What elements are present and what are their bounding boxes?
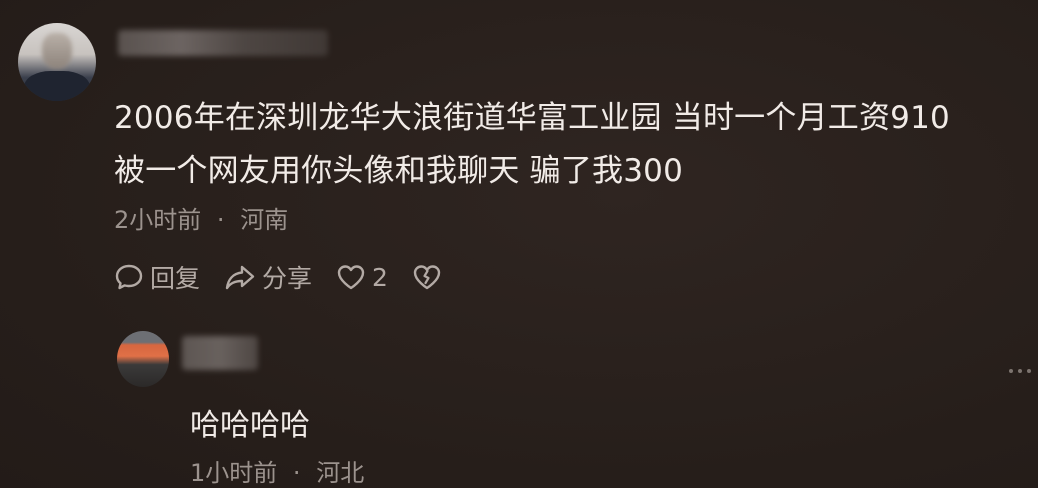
share-button[interactable]: 分享 xyxy=(224,259,312,295)
more-dot xyxy=(1027,369,1031,373)
reply-avatar[interactable] xyxy=(117,331,169,387)
heart-icon xyxy=(337,265,365,290)
dislike-button[interactable] xyxy=(412,262,448,292)
reply-text: 哈哈哈哈 xyxy=(190,408,310,443)
comment-text-line-2: 被一个网友用你头像和我聊天 骗了我300 xyxy=(114,153,684,189)
reply-button[interactable]: 回复 xyxy=(114,259,200,295)
comment-text-line-1: 2006年在深圳龙华大浪街道华富工业园 当时一个月工资910 xyxy=(114,100,950,136)
avatar-body xyxy=(24,71,90,101)
comment-location: 河南 xyxy=(240,206,289,234)
comment-time: 2小时前 xyxy=(114,206,202,234)
more-dot xyxy=(1018,369,1022,373)
share-arrow-icon xyxy=(225,265,255,290)
comment-meta: 2小时前 · 河南 xyxy=(114,200,288,235)
commenter-name-blurred[interactable] xyxy=(118,30,328,56)
like-button[interactable]: 2 xyxy=(336,262,388,292)
comment-actions: 回复 分享 2 xyxy=(114,260,472,294)
reply-time: 1小时前 xyxy=(190,459,278,487)
more-dot xyxy=(1009,369,1013,373)
more-dots-icon[interactable] xyxy=(1009,369,1036,373)
broken-heart-icon xyxy=(413,265,441,290)
like-count: 2 xyxy=(372,262,388,292)
speech-bubble-icon xyxy=(115,264,143,290)
reply-label: 回复 xyxy=(150,264,201,293)
share-label: 分享 xyxy=(262,264,313,293)
commenter-avatar[interactable] xyxy=(18,23,96,101)
avatar-face xyxy=(42,33,72,69)
reply-author-name-blurred[interactable] xyxy=(182,336,258,370)
reply-location: 河北 xyxy=(316,459,365,487)
meta-separator: · xyxy=(292,459,301,487)
meta-separator: · xyxy=(216,206,225,234)
reply-meta: 1小时前 · 河北 xyxy=(190,453,364,488)
